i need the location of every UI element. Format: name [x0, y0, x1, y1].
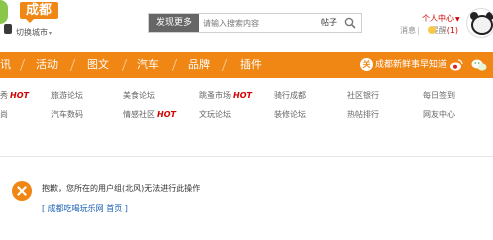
logo-figure-icon: [4, 24, 12, 34]
sub-link[interactable]: 情感社区 HOT: [123, 109, 176, 120]
nav-item-cars[interactable]: 汽车: [137, 52, 159, 78]
hot-badge: HOT: [157, 110, 176, 119]
wechat-icon[interactable]: [471, 58, 487, 72]
sub-link-label: 情感社区: [123, 110, 155, 119]
nav-item-photos[interactable]: 图文: [87, 52, 109, 78]
sub-link[interactable]: 尚: [0, 109, 8, 120]
messages-link[interactable]: 消息: [400, 26, 416, 35]
nav-divider: [171, 59, 178, 71]
nav-item-plugins[interactable]: 插件: [240, 52, 262, 78]
sub-link[interactable]: 文玩论坛: [199, 109, 231, 120]
avatar[interactable]: [466, 8, 493, 38]
nav-divider: [121, 59, 128, 71]
switch-city-label: 切换城市: [16, 28, 48, 37]
panda-face-icon: [471, 15, 493, 35]
lightbulb-icon: [428, 26, 436, 34]
hot-badge: HOT: [233, 91, 252, 100]
sub-link[interactable]: 美食论坛: [123, 90, 155, 101]
search-category-button[interactable]: 发现更多: [149, 14, 199, 32]
search-input[interactable]: [203, 16, 313, 30]
nav-divider: [221, 59, 228, 71]
sub-link[interactable]: 每日签到: [423, 90, 455, 101]
nav-divider: [69, 59, 76, 71]
news-link[interactable]: 成都新鲜事早知道: [375, 52, 447, 78]
home-link[interactable]: [ 成都吃喝玩乐网 首页 ]: [42, 203, 128, 214]
site-logo[interactable]: [0, 0, 8, 24]
nav-divider: [19, 59, 26, 71]
bracket-open: [: [42, 204, 46, 213]
bracket-close: ]: [124, 204, 128, 213]
sub-link[interactable]: 汽车数码: [51, 109, 83, 120]
city-badge: 成都: [20, 2, 58, 23]
site-header: 成都 切换城市▾ 发现更多 帖子▼ 个人中心▼ 消息|提醒(1): [0, 0, 493, 52]
sub-nav: 秀 HOT 旅游论坛 美食论坛 跳蚤市场 HOT 骑行成都 社区银行 每日签到 尚 …: [0, 78, 493, 128]
chevron-down-icon: ▾: [49, 30, 53, 37]
sub-link[interactable]: 网友中心: [423, 109, 455, 120]
main-nav: 讯 活动 图文 汽车 品牌 插件 关 成都新鲜事早知道: [0, 52, 493, 78]
search-type-label: 帖子: [321, 18, 337, 27]
remind-count: (1): [446, 26, 459, 35]
caret-down-icon: ▼: [455, 16, 460, 23]
search-button[interactable]: [339, 14, 361, 32]
nav-item-brands[interactable]: 品牌: [188, 52, 210, 78]
nav-item-activity[interactable]: 活动: [36, 52, 58, 78]
separator: |: [417, 26, 420, 35]
search-icon: [344, 17, 356, 29]
switch-city-link[interactable]: 切换城市▾: [16, 27, 52, 38]
home-link-label: 成都吃喝玩乐网 首页: [47, 204, 123, 213]
user-center-label: 个人中心: [422, 14, 454, 23]
user-center-link[interactable]: 个人中心▼: [422, 13, 460, 24]
sub-link[interactable]: 社区银行: [347, 90, 379, 101]
nav-item-news[interactable]: 讯: [0, 52, 11, 78]
search-box: 发现更多 帖子▼: [148, 13, 362, 33]
follow-badge[interactable]: 关: [360, 58, 373, 71]
weibo-icon[interactable]: [449, 58, 463, 72]
sub-link[interactable]: 秀 HOT: [0, 90, 29, 101]
sub-link[interactable]: 旅游论坛: [51, 90, 83, 101]
hot-badge: HOT: [10, 91, 29, 100]
sub-link-label: 跳蚤市场: [199, 91, 231, 100]
sub-link[interactable]: 骑行成都: [274, 90, 306, 101]
error-icon: [12, 181, 32, 201]
notice-message: 抱歉，您所在的用户组(北风)无法进行此操作: [42, 184, 201, 193]
sub-link[interactable]: 装修论坛: [274, 109, 306, 120]
content-divider: [0, 156, 493, 157]
sub-link[interactable]: 热帖排行: [347, 109, 379, 120]
sub-link[interactable]: 跳蚤市场 HOT: [199, 90, 252, 101]
sub-link-label: 秀: [0, 91, 8, 100]
